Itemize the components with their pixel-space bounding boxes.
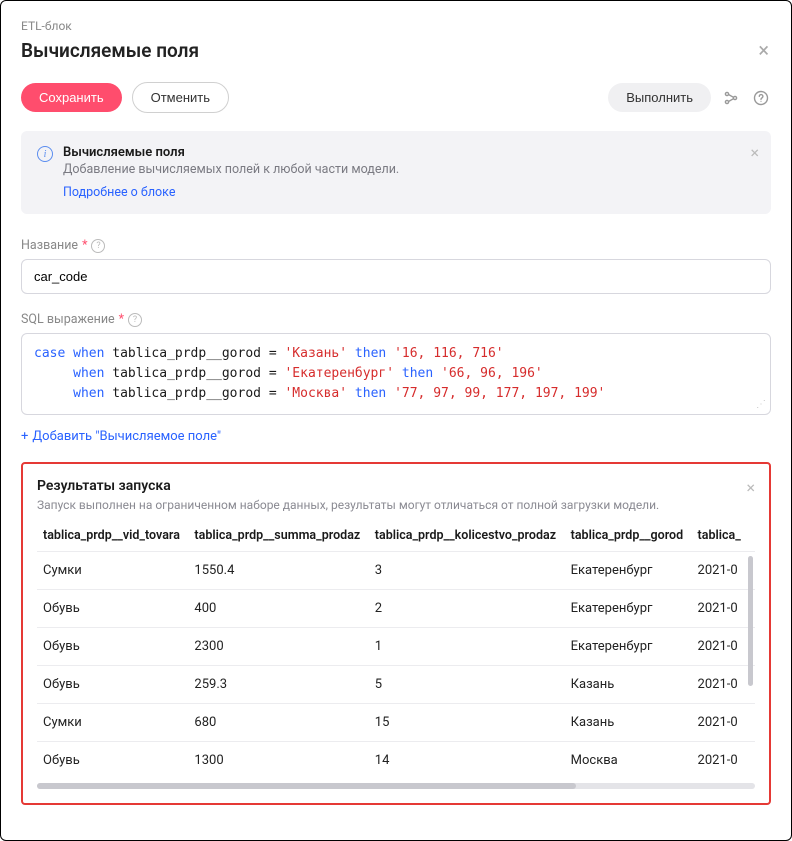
table-row: Сумки68015Казань2021-0 xyxy=(37,704,755,742)
table-cell: 2021-0 xyxy=(698,666,755,704)
table-cell: 2 xyxy=(375,590,571,628)
horizontal-scrollbar-thumb[interactable] xyxy=(37,783,576,789)
column-header[interactable]: tablica_prdp__gorod xyxy=(571,520,698,552)
table-cell: 5 xyxy=(375,666,571,704)
table-cell: Обувь xyxy=(37,666,194,704)
table-row: Обувь130014Москва2021-0 xyxy=(37,742,755,780)
table-cell: Москва xyxy=(571,742,698,780)
vertical-scrollbar[interactable] xyxy=(748,556,753,686)
help-circle-icon[interactable]: ? xyxy=(128,313,142,327)
table-row: Обувь23001Екатеренбург2021-0 xyxy=(37,628,755,666)
sql-label: SQL выражение * ? xyxy=(21,312,771,327)
table-cell: Екатеренбург xyxy=(571,590,698,628)
table-cell: 2021-0 xyxy=(698,742,755,780)
table-cell: Екатеренбург xyxy=(571,628,698,666)
table-row: Обувь259.35Казань2021-0 xyxy=(37,666,755,704)
etl-panel: ETL-блок Вычисляемые поля × Сохранить От… xyxy=(0,0,792,841)
close-icon[interactable]: × xyxy=(756,36,771,64)
resize-handle-icon[interactable]: ⋰ xyxy=(756,397,766,413)
table-cell: 259.3 xyxy=(194,666,374,704)
info-icon: i xyxy=(37,146,53,162)
help-circle-icon[interactable]: ? xyxy=(91,239,105,253)
run-button[interactable]: Выполнить xyxy=(608,83,711,112)
results-note: Запуск выполнен на ограниченном наборе д… xyxy=(37,498,755,512)
table-cell: 2021-0 xyxy=(698,590,755,628)
table-cell: 400 xyxy=(194,590,374,628)
table-cell: 1 xyxy=(375,628,571,666)
table-cell: 2021-0 xyxy=(698,628,755,666)
required-marker: * xyxy=(82,238,87,253)
add-field-label: Добавить "Вычисляемое поле" xyxy=(32,429,221,444)
table-cell: Обувь xyxy=(37,742,194,780)
sql-label-text: SQL выражение xyxy=(21,312,115,327)
toolbar: Сохранить Отменить Выполнить xyxy=(21,82,771,113)
results-title: Результаты запуска xyxy=(37,478,755,494)
name-input[interactable] xyxy=(21,259,771,294)
info-description: Добавление вычисляемых полей к любой час… xyxy=(63,162,755,177)
table-cell: Казань xyxy=(571,704,698,742)
table-row: Сумки1550.43Екатеренбург2021-0 xyxy=(37,552,755,590)
sql-editor[interactable]: case when tablica_prdp__gorod = 'Казань'… xyxy=(21,333,771,415)
table-cell: 2021-0 xyxy=(698,552,755,590)
results-table-scroll[interactable]: tablica_prdp__vid_tovaratablica_prdp__su… xyxy=(37,520,755,779)
name-label: Название * ? xyxy=(21,238,771,253)
help-icon[interactable] xyxy=(751,88,771,108)
column-header[interactable]: tablica_ xyxy=(698,520,755,552)
plus-icon: + xyxy=(21,429,28,444)
table-cell: Обувь xyxy=(37,590,194,628)
horizontal-scrollbar[interactable] xyxy=(37,783,755,789)
table-cell: Екатеренбург xyxy=(571,552,698,590)
results-panel: × Результаты запуска Запуск выполнен на … xyxy=(21,462,771,805)
table-cell: Сумки xyxy=(37,704,194,742)
name-label-text: Название xyxy=(21,238,78,253)
save-button[interactable]: Сохранить xyxy=(21,83,122,112)
table-cell: 1550.4 xyxy=(194,552,374,590)
required-marker: * xyxy=(119,312,124,327)
breadcrumb: ETL-блок xyxy=(21,19,771,33)
table-cell: Обувь xyxy=(37,628,194,666)
add-field-link[interactable]: + Добавить "Вычисляемое поле" xyxy=(21,429,221,444)
column-header[interactable]: tablica_prdp__vid_tovara xyxy=(37,520,194,552)
table-cell: 2300 xyxy=(194,628,374,666)
table-cell: 15 xyxy=(375,704,571,742)
table-cell: Сумки xyxy=(37,552,194,590)
info-title: Вычисляемые поля xyxy=(63,145,755,160)
info-link[interactable]: Подробнее о блоке xyxy=(63,185,175,200)
dependencies-icon[interactable] xyxy=(721,88,741,108)
info-close-icon[interactable]: × xyxy=(750,143,759,162)
title-row: Вычисляемые поля × xyxy=(21,36,771,64)
table-cell: 3 xyxy=(375,552,571,590)
table-row: Обувь4002Екатеренбург2021-0 xyxy=(37,590,755,628)
table-cell: 680 xyxy=(194,704,374,742)
table-cell: 1300 xyxy=(194,742,374,780)
cancel-button[interactable]: Отменить xyxy=(132,82,229,113)
results-close-icon[interactable]: × xyxy=(746,478,755,497)
info-box: i Вычисляемые поля Добавление вычисляемы… xyxy=(21,131,771,214)
table-cell: 2021-0 xyxy=(698,704,755,742)
column-header[interactable]: tablica_prdp__summa_prodaz xyxy=(194,520,374,552)
table-cell: Казань xyxy=(571,666,698,704)
page-title: Вычисляемые поля xyxy=(21,39,199,62)
column-header[interactable]: tablica_prdp__kolicestvo_prodaz xyxy=(375,520,571,552)
table-cell: 14 xyxy=(375,742,571,780)
results-table: tablica_prdp__vid_tovaratablica_prdp__su… xyxy=(37,520,755,779)
